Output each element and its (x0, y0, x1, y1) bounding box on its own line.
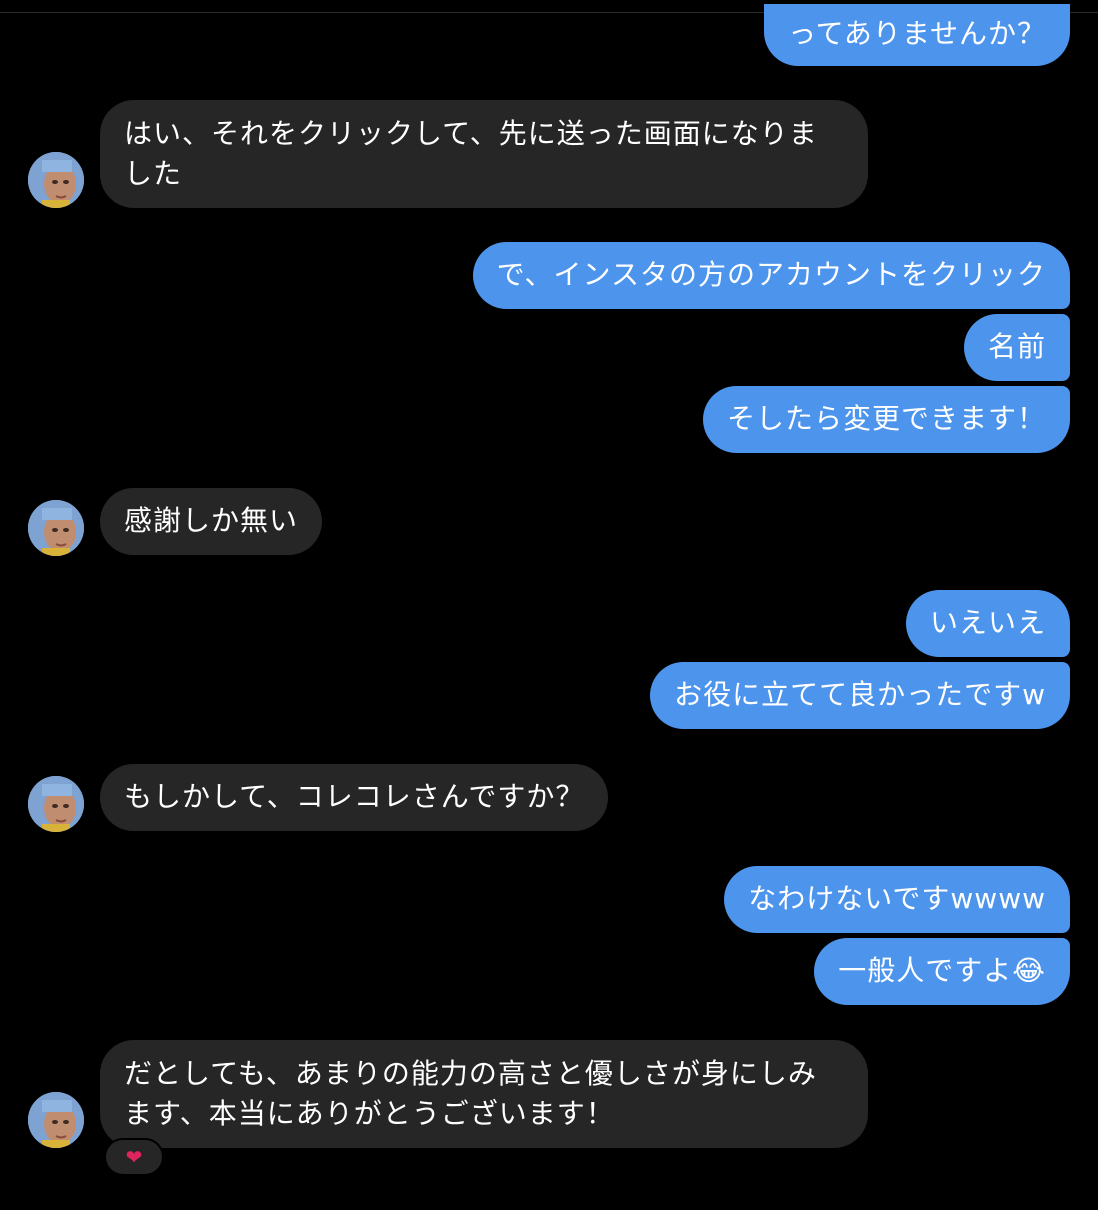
message-sent[interactable]: なわけないですwwww (724, 866, 1070, 933)
message-sent[interactable]: お役に立てて良かったですw (650, 662, 1070, 729)
message-sent[interactable]: 一般人ですよ😂 (814, 938, 1070, 1005)
avatar-icon[interactable] (28, 1092, 84, 1148)
message-sent[interactable]: ってありませんか？ (764, 4, 1070, 66)
message-sent[interactable]: いえいえ (905, 590, 1070, 657)
message-received[interactable]: もしかして、コレコレさんですか？ (100, 764, 609, 831)
message-sent[interactable]: で、インスタの方のアカウントをクリック (472, 242, 1070, 309)
avatar-icon[interactable] (28, 152, 84, 208)
avatar-icon[interactable] (28, 776, 84, 832)
heart-reaction-icon[interactable]: ❤ (104, 1138, 164, 1176)
message-sent[interactable]: そしたら変更できます！ (702, 386, 1070, 453)
message-received[interactable]: 感謝しか無い (100, 488, 323, 555)
message-received[interactable]: はい、それをクリックして、先に送った画面になりました (100, 100, 868, 208)
message-sent[interactable]: 名前 (963, 314, 1070, 381)
message-received[interactable]: だとしても、あまりの能力の高さと優しさが身にしみます、本当にありがとうございます… (100, 1040, 868, 1148)
avatar-icon[interactable] (28, 500, 84, 556)
